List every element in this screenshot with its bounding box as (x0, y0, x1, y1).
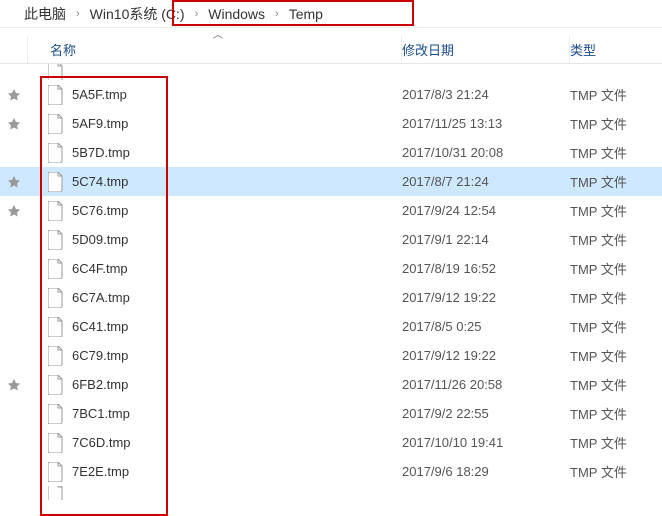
file-icon (48, 486, 64, 500)
file-name: 7E2E.tmp (72, 464, 129, 479)
file-name: 5AF9.tmp (72, 116, 128, 131)
file-row[interactable] (0, 64, 662, 80)
file-icon (48, 346, 64, 366)
file-icon (48, 259, 64, 279)
file-icon (48, 201, 64, 221)
breadcrumb-item[interactable]: 此电脑 (20, 4, 70, 24)
file-date: 2017/9/2 22:55 (402, 406, 570, 421)
chevron-right-icon: › (189, 8, 205, 20)
file-type: TMP 文件 (570, 85, 662, 104)
breadcrumb-item[interactable]: Temp (285, 6, 327, 22)
file-name: 6C79.tmp (72, 348, 128, 363)
file-name: 6FB2.tmp (72, 377, 128, 392)
file-type: TMP 文件 (570, 288, 662, 307)
file-type: TMP 文件 (570, 433, 662, 452)
file-icon (48, 143, 64, 163)
file-name: 7BC1.tmp (72, 406, 130, 421)
file-date: 2017/9/6 18:29 (402, 464, 570, 479)
file-icon (48, 64, 64, 80)
file-date: 2017/8/19 16:52 (402, 261, 570, 276)
file-icon (48, 172, 64, 192)
file-type: TMP 文件 (570, 346, 662, 365)
breadcrumb: 此电脑›Win10系统 (C:)›Windows›Temp (0, 0, 662, 28)
file-row[interactable]: 5C76.tmp 2017/9/24 12:54TMP 文件 (0, 196, 662, 225)
file-name: 6C4F.tmp (72, 261, 128, 276)
pin-icon (8, 176, 20, 188)
file-type: TMP 文件 (570, 375, 662, 394)
pin-cell (0, 379, 28, 391)
file-icon (48, 114, 64, 134)
column-date[interactable]: 修改日期 (402, 36, 570, 63)
file-row[interactable]: 5D09.tmp 2017/9/1 22:14TMP 文件 (0, 225, 662, 254)
file-type: TMP 文件 (570, 172, 662, 191)
file-date: 2017/11/25 13:13 (402, 116, 570, 131)
file-date: 2017/8/3 21:24 (402, 87, 570, 102)
file-icon (48, 230, 64, 250)
file-type: TMP 文件 (570, 317, 662, 336)
file-date: 2017/9/1 22:14 (402, 232, 570, 247)
file-date: 2017/10/10 19:41 (402, 435, 570, 450)
file-row[interactable]: 5A5F.tmp 2017/8/3 21:24TMP 文件 (0, 80, 662, 109)
pin-cell (0, 89, 28, 101)
file-row[interactable]: 6C79.tmp 2017/9/12 19:22TMP 文件 (0, 341, 662, 370)
file-type: TMP 文件 (570, 259, 662, 278)
file-date: 2017/8/5 0:25 (402, 319, 570, 334)
file-name: 5A5F.tmp (72, 87, 127, 102)
pin-cell (0, 118, 28, 130)
file-date: 2017/9/12 19:22 (402, 348, 570, 363)
file-name: 6C7A.tmp (72, 290, 130, 305)
file-icon (48, 375, 64, 395)
file-icon (48, 404, 64, 424)
file-list: 5A5F.tmp2017/8/3 21:24TMP 文件5AF9.tmp2017… (0, 64, 662, 500)
file-icon (48, 288, 64, 308)
file-icon (48, 317, 64, 337)
file-row[interactable]: 7C6D.tmp 2017/10/10 19:41TMP 文件 (0, 428, 662, 457)
file-row[interactable]: 6C7A.tmp 2017/9/12 19:22TMP 文件 (0, 283, 662, 312)
chevron-up-icon: ︿ (213, 26, 223, 41)
file-name: 5B7D.tmp (72, 145, 130, 160)
file-name: 6C41.tmp (72, 319, 128, 334)
file-date: 2017/9/24 12:54 (402, 203, 570, 218)
pin-icon (8, 118, 20, 130)
file-date: 2017/8/7 21:24 (402, 174, 570, 189)
file-name: 5D09.tmp (72, 232, 128, 247)
breadcrumb-item[interactable]: Win10系统 (C:) (86, 4, 189, 24)
file-row[interactable]: 6C4F.tmp 2017/8/19 16:52TMP 文件 (0, 254, 662, 283)
file-row[interactable] (0, 486, 662, 500)
file-date: 2017/9/12 19:22 (402, 290, 570, 305)
file-row[interactable]: 5C74.tmp 2017/8/7 21:24TMP 文件 (0, 167, 662, 196)
column-type[interactable]: 类型 (570, 36, 662, 63)
file-row[interactable]: 5AF9.tmp 2017/11/25 13:13TMP 文件 (0, 109, 662, 138)
file-name: 5C74.tmp (72, 174, 128, 189)
file-type: TMP 文件 (570, 230, 662, 249)
file-row[interactable]: 6FB2.tmp 2017/11/26 20:58TMP 文件 (0, 370, 662, 399)
chevron-right-icon: › (70, 8, 86, 20)
column-pin (0, 36, 28, 63)
pin-icon (8, 205, 20, 217)
file-type: TMP 文件 (570, 201, 662, 220)
toolbar-spacer: ︿ (0, 28, 662, 36)
file-row[interactable]: 7BC1.tmp 2017/9/2 22:55TMP 文件 (0, 399, 662, 428)
pin-cell (0, 176, 28, 188)
column-headers: 名称 修改日期 类型 (0, 36, 662, 64)
file-type: TMP 文件 (570, 462, 662, 481)
file-icon (48, 433, 64, 453)
breadcrumb-item[interactable]: Windows (204, 6, 269, 22)
pin-cell (0, 205, 28, 217)
file-row[interactable]: 6C41.tmp 2017/8/5 0:25TMP 文件 (0, 312, 662, 341)
file-type: TMP 文件 (570, 404, 662, 423)
file-date: 2017/11/26 20:58 (402, 377, 570, 392)
file-type: TMP 文件 (570, 143, 662, 162)
file-row[interactable]: 7E2E.tmp 2017/9/6 18:29TMP 文件 (0, 457, 662, 486)
pin-icon (8, 89, 20, 101)
file-name: 7C6D.tmp (72, 435, 131, 450)
file-name: 5C76.tmp (72, 203, 128, 218)
file-icon (48, 85, 64, 105)
chevron-right-icon: › (269, 8, 285, 20)
file-type: TMP 文件 (570, 114, 662, 133)
file-icon (48, 462, 64, 482)
file-date: 2017/10/31 20:08 (402, 145, 570, 160)
pin-icon (8, 379, 20, 391)
file-row[interactable]: 5B7D.tmp 2017/10/31 20:08TMP 文件 (0, 138, 662, 167)
